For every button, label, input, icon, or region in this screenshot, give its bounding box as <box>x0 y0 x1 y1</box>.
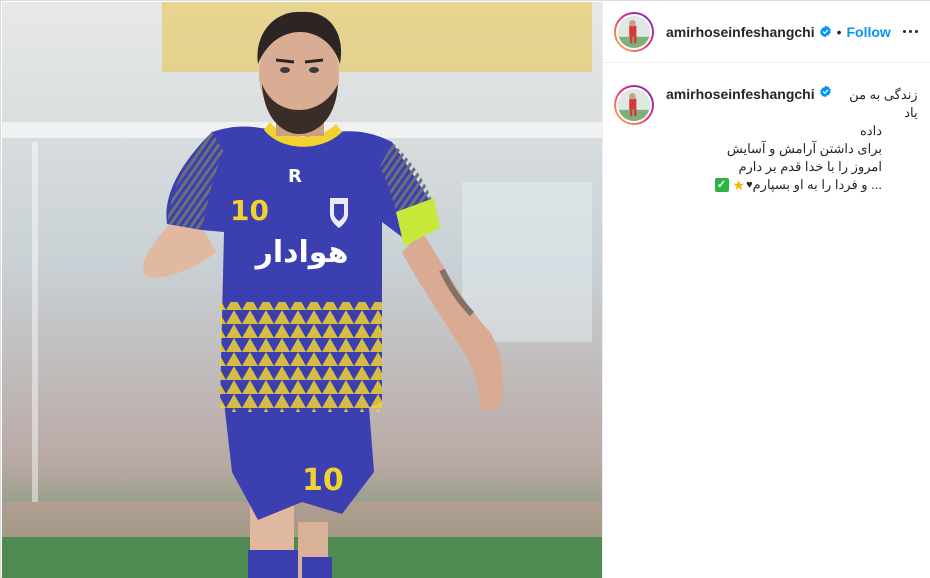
check-emoji-icon: ✓ <box>714 178 729 192</box>
header-separator: • <box>836 23 842 40</box>
caption: amirhoseinfeshangchi زندگی به من یاد داد… <box>614 85 926 194</box>
post-header: amirhoseinfeshangchi • Follow <box>603 1 930 63</box>
caption-body: amirhoseinfeshangchi زندگی به من یاد داد… <box>666 85 926 194</box>
caption-line-1: زندگی به من یاد <box>849 87 918 120</box>
caption-line-2: داده <box>859 123 882 138</box>
caption-line-4: امروز را با خدا قدم بر دارم <box>738 159 882 174</box>
shirt-number: 10 <box>230 194 269 227</box>
star-emoji-icon: ★ <box>732 177 746 193</box>
shirt-sponsor-text: هوادار <box>254 235 349 270</box>
post-photo[interactable]: 10 10 هوادار R <box>2 2 602 578</box>
caption-verified-badge-icon <box>819 85 832 98</box>
shorts-number: 10 <box>302 463 344 498</box>
caption-avatar-image <box>616 87 652 123</box>
caption-line-3: برای داشتن آرامش و آسایش <box>726 141 882 156</box>
caption-line-5: ... و فردا را به او بسپارم <box>752 177 882 192</box>
post-frame: 10 10 هوادار R amirhoseinfeshangchi • Fo… <box>0 0 930 578</box>
avatar-image <box>616 13 652 50</box>
player-photo-illustration: 10 10 هوادار R <box>2 2 602 578</box>
header-username[interactable]: amirhoseinfeshangchi <box>666 24 815 40</box>
shirt-brand-mark: R <box>288 166 302 187</box>
caption-username[interactable]: amirhoseinfeshangchi <box>666 85 815 103</box>
caption-line-5-row: ✓ ★ ♥ ... و فردا را به او بسپارم <box>666 176 882 194</box>
verified-badge-icon <box>819 25 832 38</box>
caption-avatar[interactable] <box>614 85 654 125</box>
post-side-panel: amirhoseinfeshangchi • Follow amirhosein… <box>602 1 930 578</box>
more-options-icon[interactable] <box>899 21 921 41</box>
avatar[interactable] <box>614 11 654 52</box>
follow-button[interactable]: Follow <box>847 24 891 40</box>
